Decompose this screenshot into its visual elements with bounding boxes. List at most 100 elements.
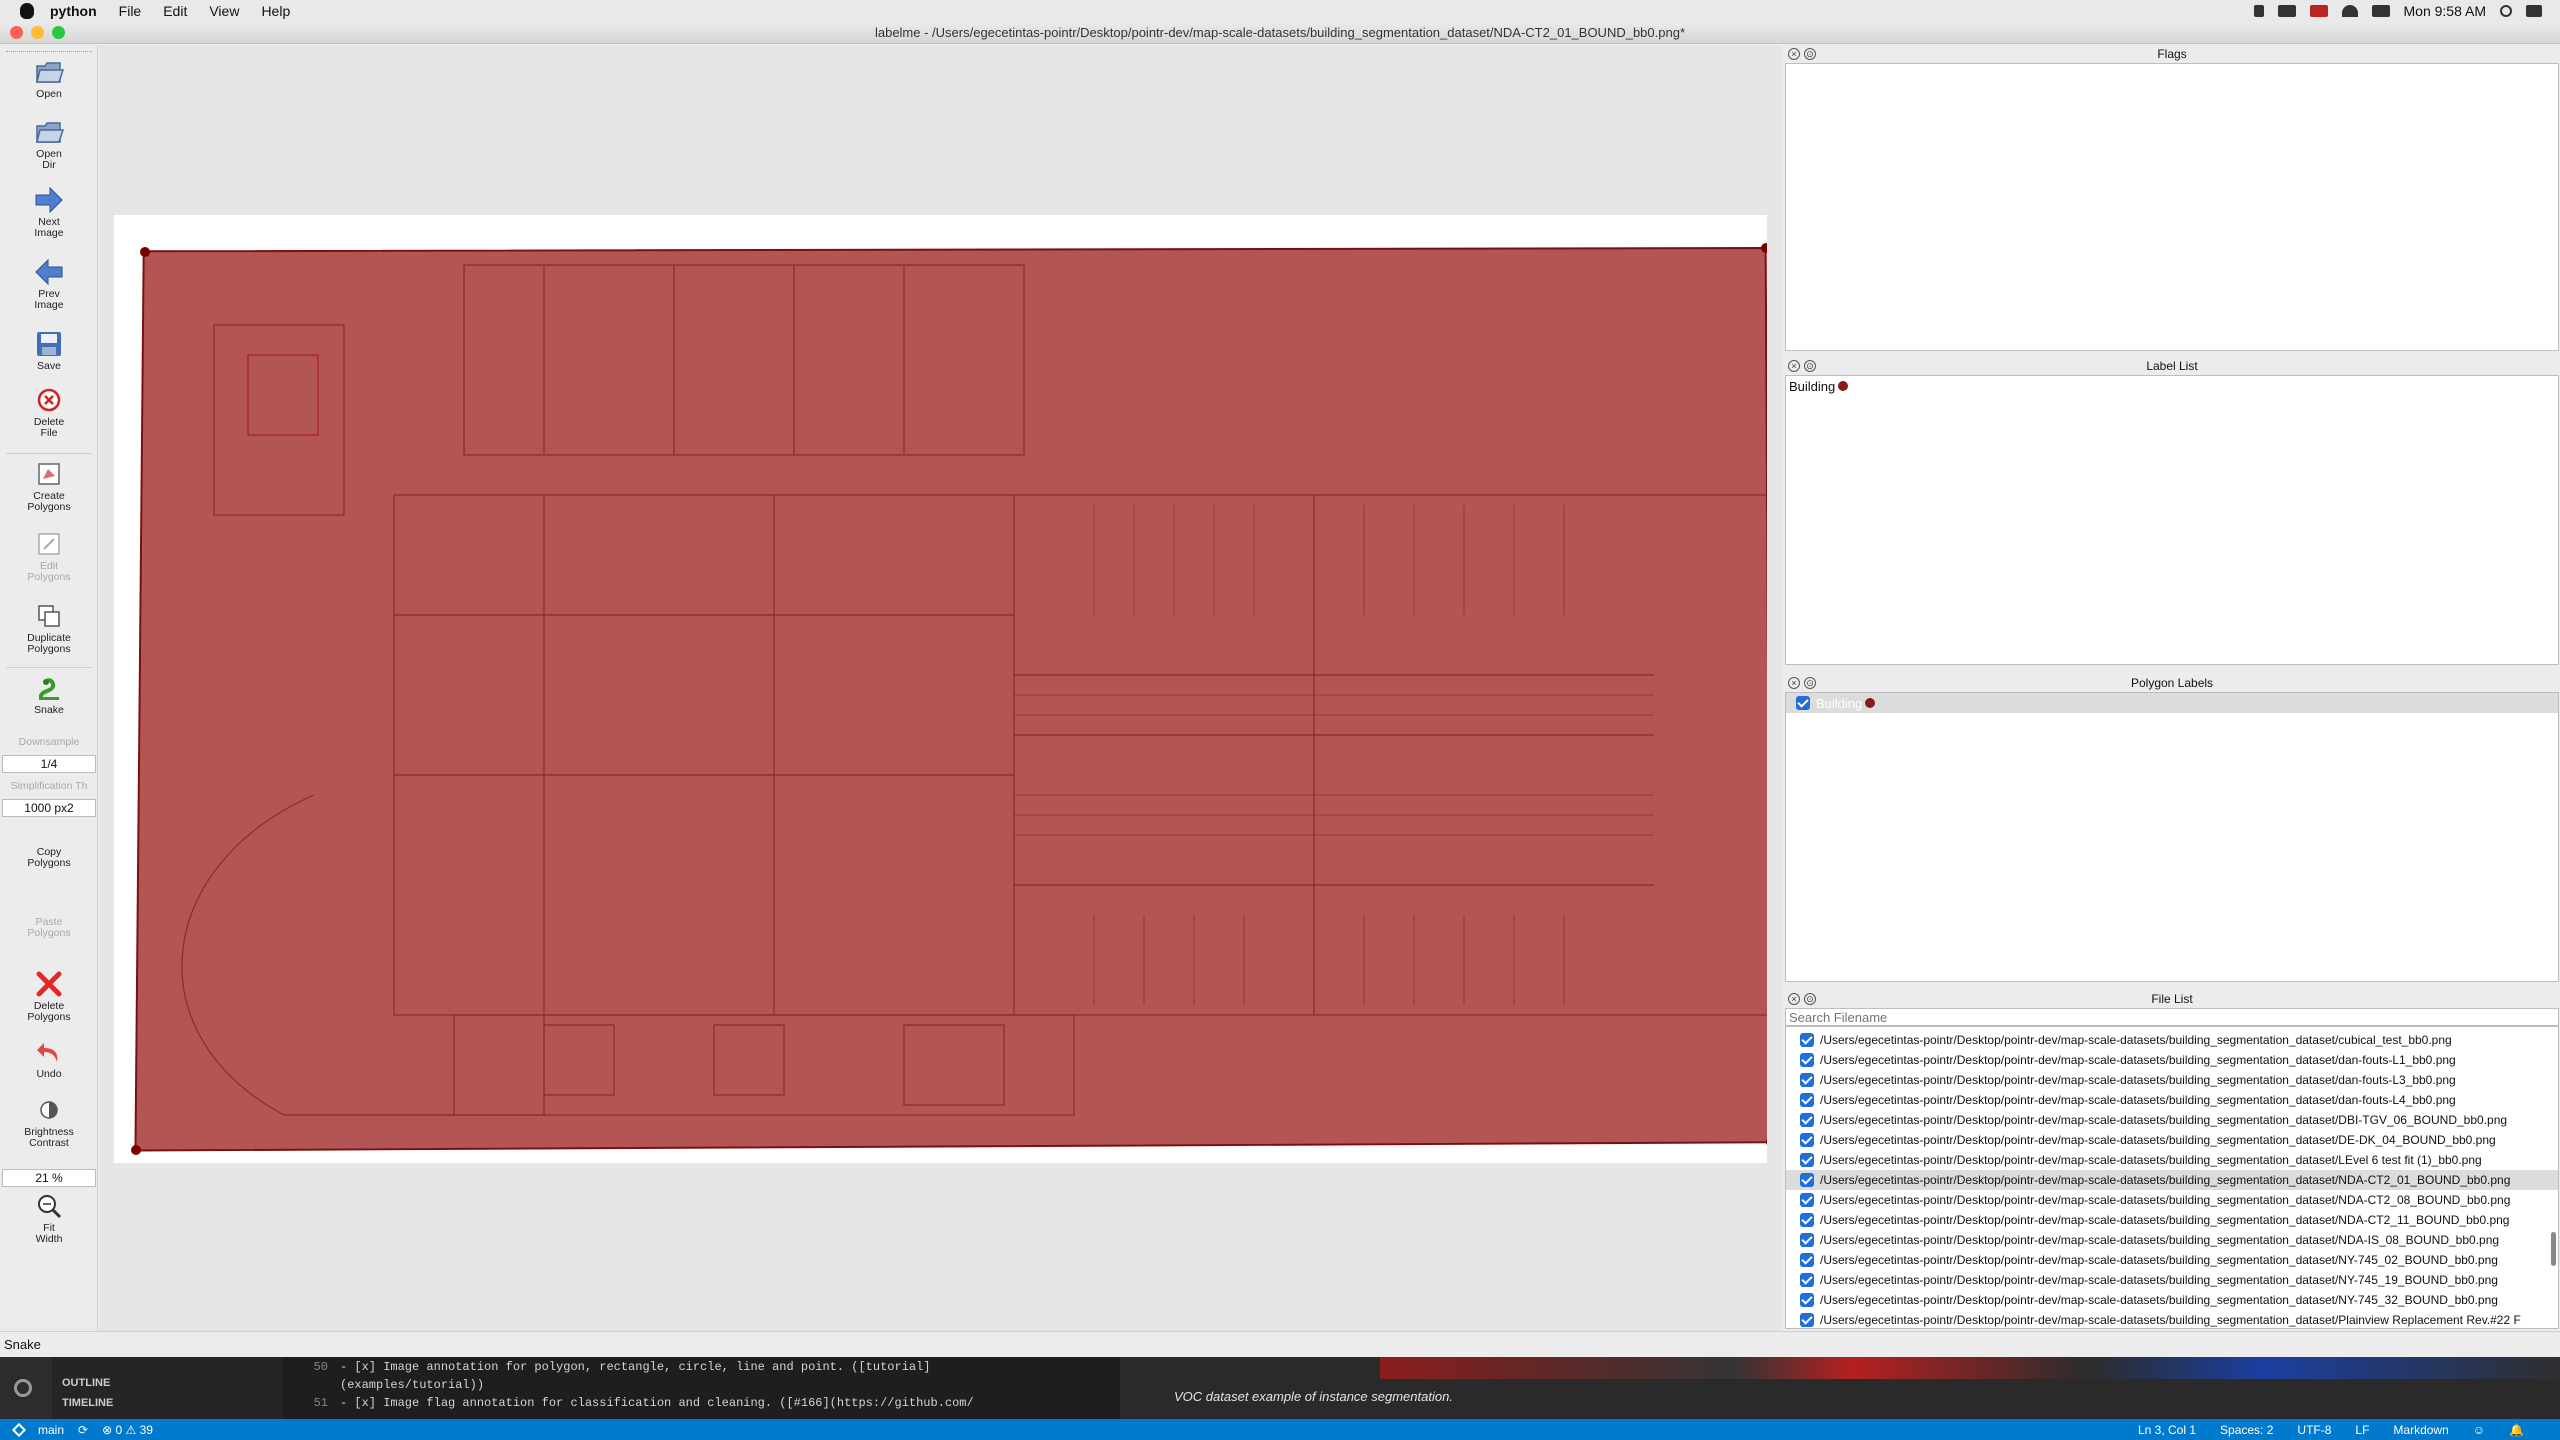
sync-icon[interactable]: ⟳ bbox=[78, 1423, 88, 1437]
delete-file-button[interactable]: Delete File bbox=[2, 385, 96, 439]
file-list-item[interactable]: /Users/egecetintas-pointr/Desktop/pointr… bbox=[1786, 1230, 2558, 1250]
next-image-button[interactable]: Next Image bbox=[2, 185, 96, 239]
file-list-item[interactable]: /Users/egecetintas-pointr/Desktop/pointr… bbox=[1786, 1090, 2558, 1110]
timeline-section[interactable]: TIMELINE bbox=[62, 1397, 113, 1409]
menu-app-name[interactable]: python bbox=[50, 3, 97, 19]
code-line[interactable]: - [x] Image annotation for polygon, rect… bbox=[340, 1360, 931, 1374]
checkbox-checked-icon[interactable] bbox=[1800, 1153, 1814, 1167]
notification-bell-icon[interactable]: 🔔 bbox=[2509, 1423, 2524, 1437]
close-window-button[interactable] bbox=[10, 26, 23, 39]
simplification-field[interactable]: 1000 px2 bbox=[2, 799, 96, 817]
prev-image-button[interactable]: Prev Image bbox=[2, 257, 96, 311]
remote-icon[interactable] bbox=[11, 1422, 27, 1437]
git-branch[interactable]: main bbox=[38, 1423, 64, 1437]
checkbox-checked-icon[interactable] bbox=[1800, 1273, 1814, 1287]
checkbox-checked-icon[interactable] bbox=[1800, 1033, 1814, 1047]
label-list[interactable]: Building bbox=[1785, 375, 2559, 665]
feedback-icon[interactable]: ☺ bbox=[2473, 1423, 2485, 1437]
float-dock-icon[interactable]: ⊙ bbox=[1804, 677, 1816, 689]
image-canvas[interactable] bbox=[99, 45, 1785, 1331]
clock[interactable]: Mon 9:58 AM bbox=[2404, 3, 2487, 19]
checkbox-checked-icon[interactable] bbox=[1800, 1093, 1814, 1107]
close-dock-icon[interactable]: × bbox=[1788, 993, 1800, 1005]
checkbox-checked-icon[interactable] bbox=[1800, 1133, 1814, 1147]
menu-file[interactable]: File bbox=[119, 3, 142, 19]
checkbox-checked-icon[interactable] bbox=[1800, 1313, 1814, 1327]
checkbox-checked-icon[interactable] bbox=[1800, 1193, 1814, 1207]
cursor-position[interactable]: Ln 3, Col 1 bbox=[2138, 1423, 2196, 1437]
checkbox-checked-icon[interactable] bbox=[1800, 1293, 1814, 1307]
fit-width-button[interactable]: Fit Width bbox=[2, 1191, 96, 1245]
file-list-item[interactable]: /Users/egecetintas-pointr/Desktop/pointr… bbox=[1786, 1050, 2558, 1070]
flag-icon[interactable] bbox=[2309, 5, 2328, 17]
control-center-icon[interactable] bbox=[2526, 5, 2542, 17]
checkbox-checked-icon[interactable] bbox=[1800, 1113, 1814, 1127]
delete-polygons-button[interactable]: Delete Polygons bbox=[2, 969, 96, 1023]
menu-edit[interactable]: Edit bbox=[163, 3, 187, 19]
language-mode[interactable]: Markdown bbox=[2393, 1423, 2448, 1437]
code-line[interactable]: (examples/tutorial)) bbox=[340, 1378, 484, 1392]
bluetooth-icon[interactable] bbox=[2253, 5, 2264, 17]
file-list-item[interactable]: /Users/egecetintas-pointr/Desktop/pointr… bbox=[1786, 1110, 2558, 1130]
encoding[interactable]: UTF-8 bbox=[2297, 1423, 2331, 1437]
menu-view[interactable]: View bbox=[209, 3, 239, 19]
file-list-item[interactable]: /Users/egecetintas-pointr/Desktop/pointr… bbox=[1786, 1210, 2558, 1230]
file-list[interactable]: /Users/egecetintas-pointr/Desktop/pointr… bbox=[1785, 1026, 2559, 1329]
float-dock-icon[interactable]: ⊙ bbox=[1804, 360, 1816, 372]
file-list-item-selected[interactable]: /Users/egecetintas-pointr/Desktop/pointr… bbox=[1786, 1170, 2558, 1190]
apple-icon[interactable] bbox=[20, 3, 34, 19]
airplay-icon[interactable] bbox=[2371, 5, 2390, 17]
undo-button[interactable]: Undo bbox=[2, 1037, 96, 1080]
file-list-item[interactable]: /Users/egecetintas-pointr/Desktop/pointr… bbox=[1786, 1270, 2558, 1290]
checkbox-checked-icon[interactable] bbox=[1796, 696, 1810, 710]
gear-icon[interactable] bbox=[14, 1379, 32, 1397]
duplicate-polygons-button[interactable]: Duplicate Polygons bbox=[2, 601, 96, 655]
snake-button[interactable]: Snake bbox=[2, 673, 96, 716]
edit-polygons-button[interactable]: Edit Polygons bbox=[2, 529, 96, 583]
wifi-icon[interactable] bbox=[2341, 5, 2358, 17]
search-filename-input[interactable] bbox=[1785, 1008, 2559, 1026]
copy-polygons-button[interactable]: Copy Polygons bbox=[2, 847, 96, 869]
file-list-item[interactable]: /Users/egecetintas-pointr/Desktop/pointr… bbox=[1786, 1190, 2558, 1210]
end-of-line[interactable]: LF bbox=[2355, 1423, 2369, 1437]
file-list-item[interactable]: /Users/egecetintas-pointr/Desktop/pointr… bbox=[1786, 1250, 2558, 1270]
problems-count[interactable]: ⊗ 0 ⚠ 39 bbox=[102, 1423, 153, 1437]
polygon-label-item[interactable]: Building bbox=[1786, 693, 2558, 713]
battery-icon[interactable] bbox=[2277, 5, 2296, 17]
polygon-labels-list[interactable]: Building bbox=[1785, 692, 2559, 982]
close-dock-icon[interactable]: × bbox=[1788, 48, 1800, 60]
create-polygons-button[interactable]: Create Polygons bbox=[2, 459, 96, 513]
label-list-item[interactable]: Building bbox=[1786, 376, 2558, 396]
paste-polygons-button[interactable]: Paste Polygons bbox=[2, 917, 96, 939]
float-dock-icon[interactable]: ⊙ bbox=[1804, 993, 1816, 1005]
downsample-field[interactable]: 1/4 bbox=[2, 755, 96, 773]
zoom-window-button[interactable] bbox=[52, 26, 65, 39]
close-dock-icon[interactable]: × bbox=[1788, 677, 1800, 689]
scrollbar[interactable] bbox=[2551, 1232, 2556, 1266]
open-dir-button[interactable]: Open Dir bbox=[2, 117, 96, 171]
file-list-item[interactable]: /Users/egecetintas-pointr/Desktop/pointr… bbox=[1786, 1290, 2558, 1310]
indentation[interactable]: Spaces: 2 bbox=[2220, 1423, 2273, 1437]
file-list-item[interactable]: /Users/egecetintas-pointr/Desktop/pointr… bbox=[1786, 1070, 2558, 1090]
close-dock-icon[interactable]: × bbox=[1788, 360, 1800, 372]
checkbox-checked-icon[interactable] bbox=[1800, 1233, 1814, 1247]
open-button[interactable]: Open bbox=[2, 57, 96, 100]
file-list-item[interactable]: /Users/egecetintas-pointr/Desktop/pointr… bbox=[1786, 1150, 2558, 1170]
save-button[interactable]: Save bbox=[2, 329, 96, 372]
search-icon[interactable] bbox=[2500, 5, 2512, 17]
checkbox-checked-icon[interactable] bbox=[1800, 1173, 1814, 1187]
file-list-item[interactable]: /Users/egecetintas-pointr/Desktop/pointr… bbox=[1786, 1310, 2558, 1328]
flags-list[interactable] bbox=[1785, 63, 2559, 351]
file-list-item[interactable]: /Users/egecetintas-pointr/Desktop/pointr… bbox=[1786, 1030, 2558, 1050]
checkbox-checked-icon[interactable] bbox=[1800, 1253, 1814, 1267]
file-list-item[interactable]: /Users/egecetintas-pointr/Desktop/pointr… bbox=[1786, 1130, 2558, 1150]
menu-help[interactable]: Help bbox=[261, 3, 290, 19]
checkbox-checked-icon[interactable] bbox=[1800, 1053, 1814, 1067]
zoom-field[interactable]: 21 % bbox=[2, 1169, 96, 1187]
minimize-window-button[interactable] bbox=[31, 26, 44, 39]
brightness-contrast-button[interactable]: Brightness Contrast bbox=[2, 1095, 96, 1149]
float-dock-icon[interactable]: ⊙ bbox=[1804, 48, 1816, 60]
checkbox-checked-icon[interactable] bbox=[1800, 1213, 1814, 1227]
outline-section[interactable]: OUTLINE bbox=[62, 1377, 110, 1389]
code-line[interactable]: - [x] Image flag annotation for classifi… bbox=[340, 1396, 974, 1410]
